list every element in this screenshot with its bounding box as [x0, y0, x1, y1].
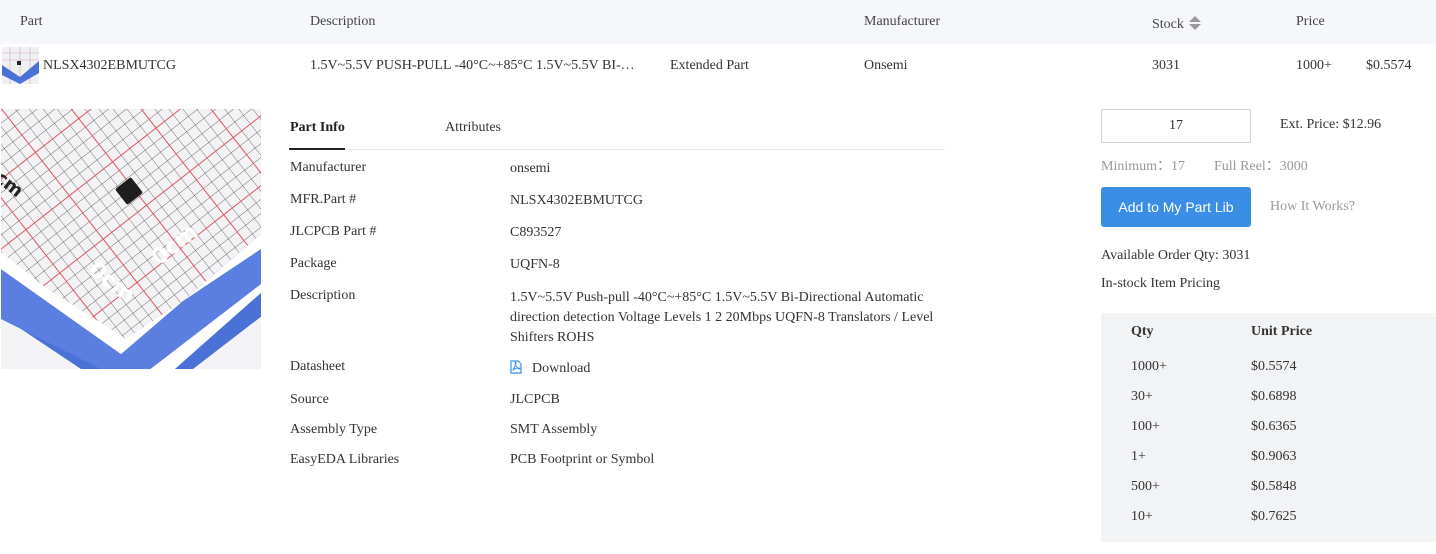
tab-divider — [289, 149, 945, 150]
full-reel-qty: Full Reel：3000 — [1214, 159, 1308, 174]
row-description: 1.5V~5.5V PUSH-PULL -40°C~+85°C 1.5V~5.5… — [310, 58, 635, 73]
datasheet-download-label: Download — [532, 361, 591, 376]
product-image[interactable]: 0cm 0cm cm — [1, 109, 261, 369]
col-part: Part — [20, 14, 43, 29]
pricing-row-qty: 500+ — [1131, 479, 1160, 494]
col-stock-label: Stock — [1152, 17, 1184, 32]
info-assembly-label: Assembly Type — [290, 422, 378, 437]
pricing-row-price: $0.5848 — [1251, 479, 1297, 494]
instock-pricing-title: In-stock Item Pricing — [1101, 276, 1220, 291]
pricing-table: Qty Unit Price 1000+ $0.5574 30+ $0.6898… — [1101, 313, 1436, 542]
tab-part-info[interactable]: Part Info — [290, 120, 345, 136]
quantity-input[interactable] — [1101, 109, 1251, 143]
minimum-qty: Minimum：17 — [1101, 159, 1186, 174]
pdf-icon — [510, 360, 522, 374]
sort-icon[interactable] — [1188, 16, 1201, 30]
how-it-works-link[interactable]: How It Works? — [1270, 199, 1355, 215]
info-easyeda-label: EasyEDA Libraries — [290, 452, 400, 467]
info-manufacturer: onsemi — [510, 161, 551, 176]
info-source: JLCPCB — [510, 392, 560, 407]
available-order-qty: Available Order Qty: 3031 — [1101, 248, 1251, 263]
pricing-row-price: $0.6365 — [1251, 419, 1297, 434]
pricing-unit-header: Unit Price — [1251, 324, 1313, 339]
info-description: 1.5V~5.5V Push-pull -40°C~+85°C 1.5V~5.5… — [510, 290, 934, 345]
tab-attributes[interactable]: Attributes — [445, 120, 501, 136]
info-datasheet-label: Datasheet — [290, 359, 346, 374]
info-jlcpcb-part-label: JLCPCB Part # — [290, 224, 377, 239]
info-package: UQFN-8 — [510, 257, 560, 272]
part-thumbnail[interactable] — [2, 47, 39, 84]
row-stock: 3031 — [1152, 58, 1180, 73]
pricing-row-price: $0.6898 — [1251, 389, 1297, 404]
info-source-label: Source — [290, 392, 329, 407]
col-price: Price — [1296, 14, 1325, 29]
row-manufacturer: Onsemi — [864, 58, 908, 73]
table-header: Part Description Manufacturer Stock Pric… — [0, 0, 1436, 44]
col-stock[interactable]: Stock — [1152, 14, 1201, 33]
pricing-row-qty: 1000+ — [1131, 359, 1167, 374]
pricing-row-qty: 100+ — [1131, 419, 1160, 434]
pricing-row-qty: 10+ — [1131, 509, 1153, 524]
col-description: Description — [310, 14, 376, 29]
ext-price: Ext. Price: $12.96 — [1280, 117, 1382, 132]
info-mfr-part: NLSX4302EBMUTCG — [510, 193, 644, 208]
info-jlcpcb-part: C893527 — [510, 225, 562, 240]
pricing-row-price: $0.9063 — [1251, 449, 1297, 464]
col-manufacturer: Manufacturer — [864, 14, 941, 29]
datasheet-download-link[interactable]: Download — [510, 360, 590, 377]
row-part-type: Extended Part — [670, 58, 749, 73]
pricing-row-qty: 1+ — [1131, 449, 1146, 464]
info-package-label: Package — [290, 256, 337, 271]
row-price: $0.5574 — [1366, 58, 1412, 73]
pricing-row-price: $0.5574 — [1251, 359, 1297, 374]
info-manufacturer-label: Manufacturer — [290, 160, 367, 175]
tab-active-indicator — [289, 148, 345, 150]
row-price-qty: 1000+ — [1296, 58, 1332, 73]
info-assembly: SMT Assembly — [510, 422, 598, 437]
pricing-qty-header: Qty — [1131, 324, 1154, 339]
info-description-label: Description — [290, 288, 356, 303]
part-number-link[interactable]: NLSX4302EBMUTCG — [43, 58, 176, 74]
easyeda-footprint-link[interactable]: PCB Footprint or Symbol — [510, 452, 654, 468]
pricing-row-qty: 30+ — [1131, 389, 1153, 404]
info-mfr-part-label: MFR.Part # — [290, 192, 357, 207]
pricing-row-price: $0.7625 — [1251, 509, 1297, 524]
add-to-part-lib-button[interactable]: Add to My Part Lib — [1101, 187, 1251, 227]
